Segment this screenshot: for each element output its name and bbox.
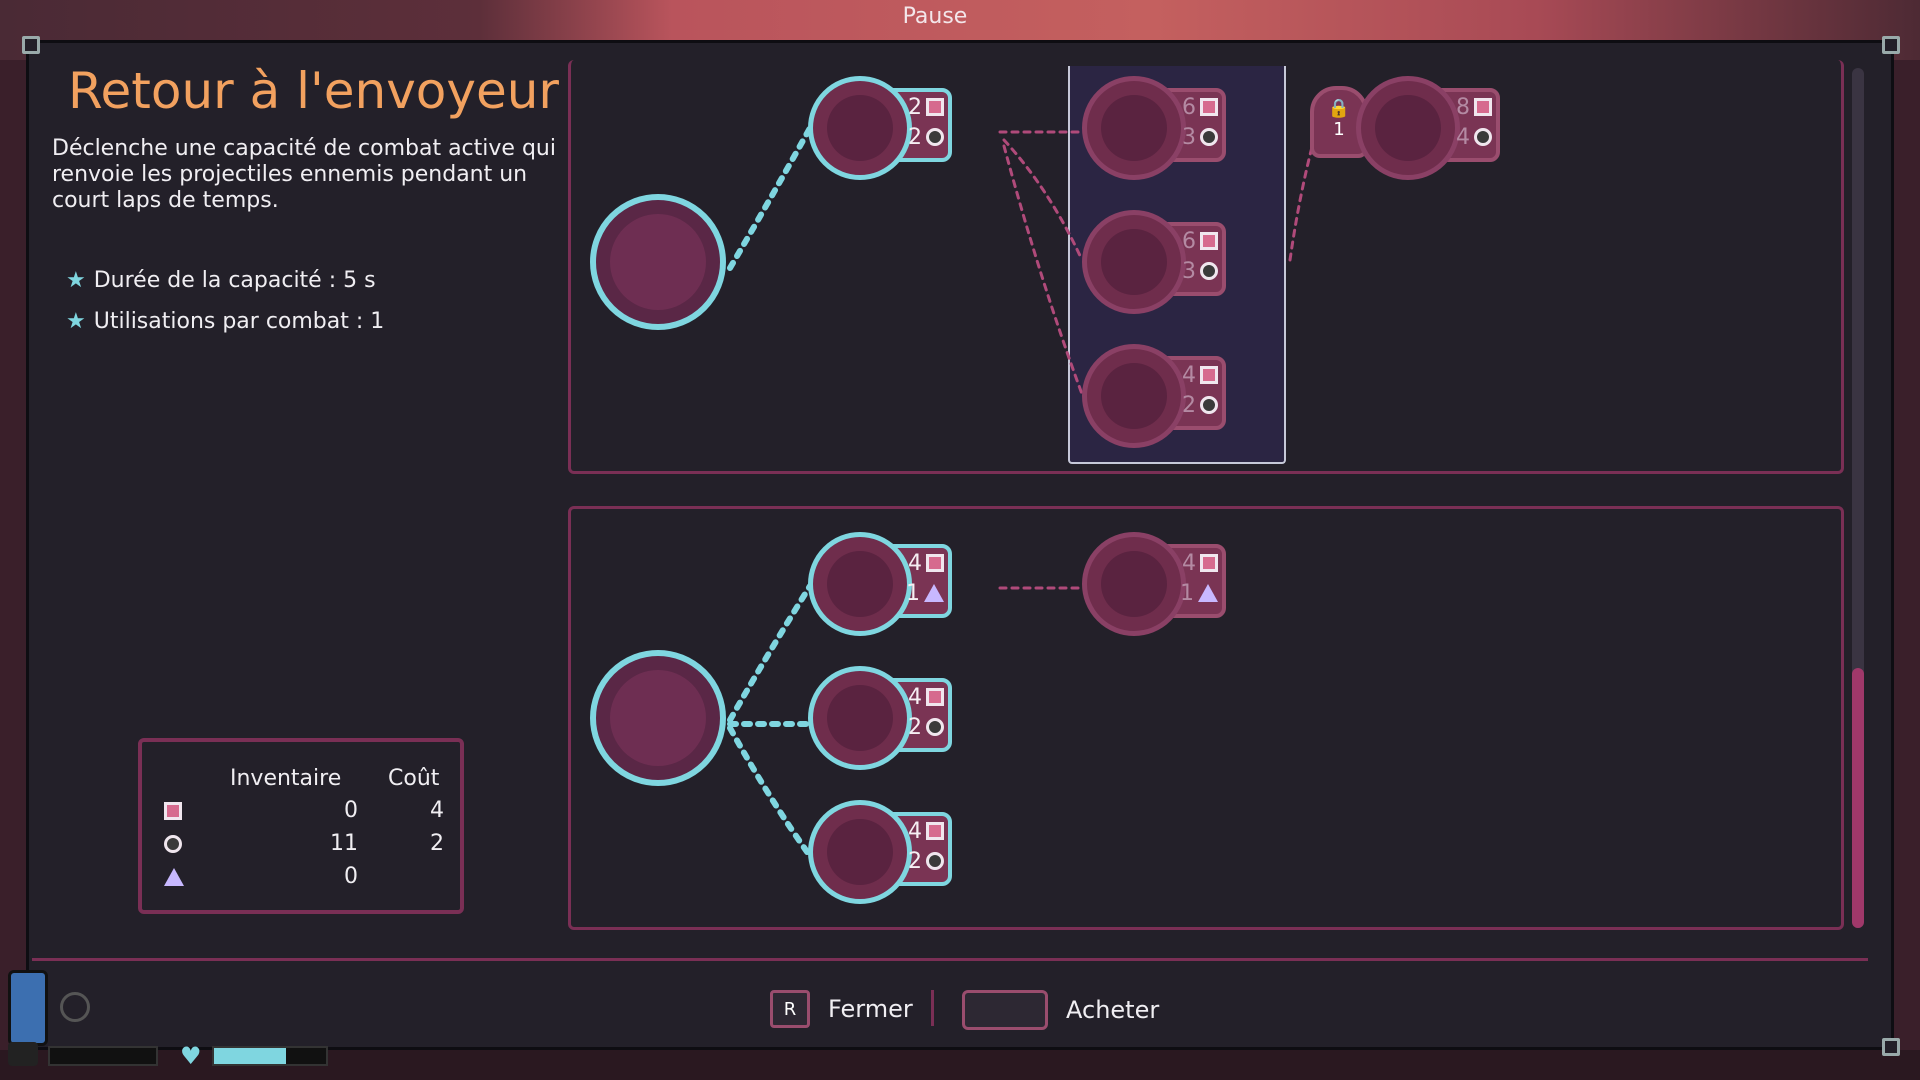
- upgrade-node[interactable]: 4 1: [808, 532, 952, 636]
- inventory-count: 11: [330, 831, 358, 856]
- square-chip-icon: [926, 688, 944, 706]
- ability-stat: ★ Utilisations par combat : 1: [66, 309, 384, 334]
- reflect-wave-icon: [610, 214, 706, 310]
- inventory-table: Inventaire Coût 0 4 11 2 0: [138, 738, 464, 914]
- upgrade-node[interactable]: 6 3: [1082, 76, 1226, 180]
- cost-header: Coût: [388, 766, 440, 791]
- drum-icon: [610, 670, 706, 766]
- triangle-chip-icon: [1198, 584, 1218, 602]
- inventory-row: 0 4: [142, 798, 460, 828]
- energy-bar: [48, 1046, 158, 1066]
- inventory-row: 0: [142, 864, 460, 894]
- upgrade-node[interactable]: 2 2: [808, 76, 952, 180]
- footer-separator: [931, 990, 934, 1026]
- square-chip-icon: [1200, 98, 1218, 116]
- swap-arrows-icon: [827, 551, 893, 617]
- speed-chevron-icon: [827, 685, 893, 751]
- upgrade-node[interactable]: 4 2: [1082, 344, 1226, 448]
- round-chip-icon: [926, 852, 944, 870]
- round-chip-icon: [1200, 128, 1218, 146]
- star-icon: ★: [66, 309, 86, 334]
- multiply-gem-icon: [827, 819, 893, 885]
- square-chip-icon: [926, 822, 944, 840]
- cost-value: 4: [430, 798, 444, 823]
- round-chip-icon: [1200, 262, 1218, 280]
- square-chip-icon: [1200, 232, 1218, 250]
- player-hud: ♥: [0, 930, 340, 1080]
- buy-button[interactable]: Acheter: [962, 990, 1159, 1030]
- square-chip-icon: [1200, 366, 1218, 384]
- cost-value: 2: [430, 831, 444, 856]
- inventory-row: 11 2: [142, 831, 460, 861]
- radial-burst-icon: [1101, 95, 1167, 161]
- heart-icon: ♥: [180, 1042, 202, 1070]
- r-key-icon: R: [770, 990, 810, 1028]
- ability-stat: ★ Durée de la capacité : 5 s: [66, 268, 376, 293]
- panel-corner: [22, 36, 40, 54]
- upgrade-node[interactable]: 4 2: [808, 666, 952, 770]
- round-chip-icon: [1200, 396, 1218, 414]
- wave-counter-icon: [1375, 95, 1441, 161]
- inventory-count: 0: [344, 864, 358, 889]
- inventory-count: 0: [344, 798, 358, 823]
- ability-description: Déclenche une capacité de combat active …: [52, 136, 556, 213]
- secondary-slot-icon: [60, 992, 90, 1022]
- invader-icon: [8, 1042, 38, 1066]
- weapon-slot-icon: [8, 970, 48, 1046]
- upgrade-node[interactable]: 6 3: [1082, 210, 1226, 314]
- level-up-wave-icon: [827, 95, 893, 161]
- round-chip-icon: [164, 835, 182, 853]
- cluster-icon: [1101, 229, 1167, 295]
- star-icon: ★: [66, 268, 86, 293]
- double-chevron-icon: [1101, 551, 1167, 617]
- buy-key-icon: [962, 990, 1048, 1030]
- square-chip-icon: [1200, 554, 1218, 572]
- triangle-chip-icon: [164, 868, 184, 886]
- square-chip-icon: [164, 802, 182, 820]
- close-button[interactable]: R Fermer: [770, 990, 913, 1028]
- ability-title: Retour à l'envoyeur: [68, 62, 559, 120]
- round-chip-icon: [1474, 128, 1492, 146]
- tree-scrollbar[interactable]: [1852, 68, 1864, 928]
- root-ability-node[interactable]: [590, 650, 726, 786]
- root-ability-node[interactable]: [590, 194, 726, 330]
- stat-text: Utilisations par combat : 1: [93, 309, 385, 334]
- upgrade-node[interactable]: 8 4: [1356, 76, 1500, 180]
- inventory-header: Inventaire: [230, 766, 342, 791]
- buy-label: Acheter: [1066, 996, 1160, 1024]
- round-chip-icon: [926, 128, 944, 146]
- square-chip-icon: [926, 98, 944, 116]
- pause-label: Pause: [902, 4, 968, 29]
- round-chip-icon: [926, 718, 944, 736]
- eye-icon: [1101, 363, 1167, 429]
- health-bar: [212, 1046, 328, 1066]
- square-chip-icon: [1474, 98, 1492, 116]
- close-label: Fermer: [828, 995, 913, 1023]
- upgrade-node[interactable]: 4 2: [808, 800, 952, 904]
- square-chip-icon: [926, 554, 944, 572]
- stat-text: Durée de la capacité : 5 s: [93, 268, 376, 293]
- panel-corner: [1882, 1038, 1900, 1056]
- triangle-chip-icon: [924, 584, 944, 602]
- scrollbar-thumb[interactable]: [1852, 668, 1864, 928]
- panel-corner: [1882, 36, 1900, 54]
- upgrade-node[interactable]: 4 1: [1082, 532, 1226, 636]
